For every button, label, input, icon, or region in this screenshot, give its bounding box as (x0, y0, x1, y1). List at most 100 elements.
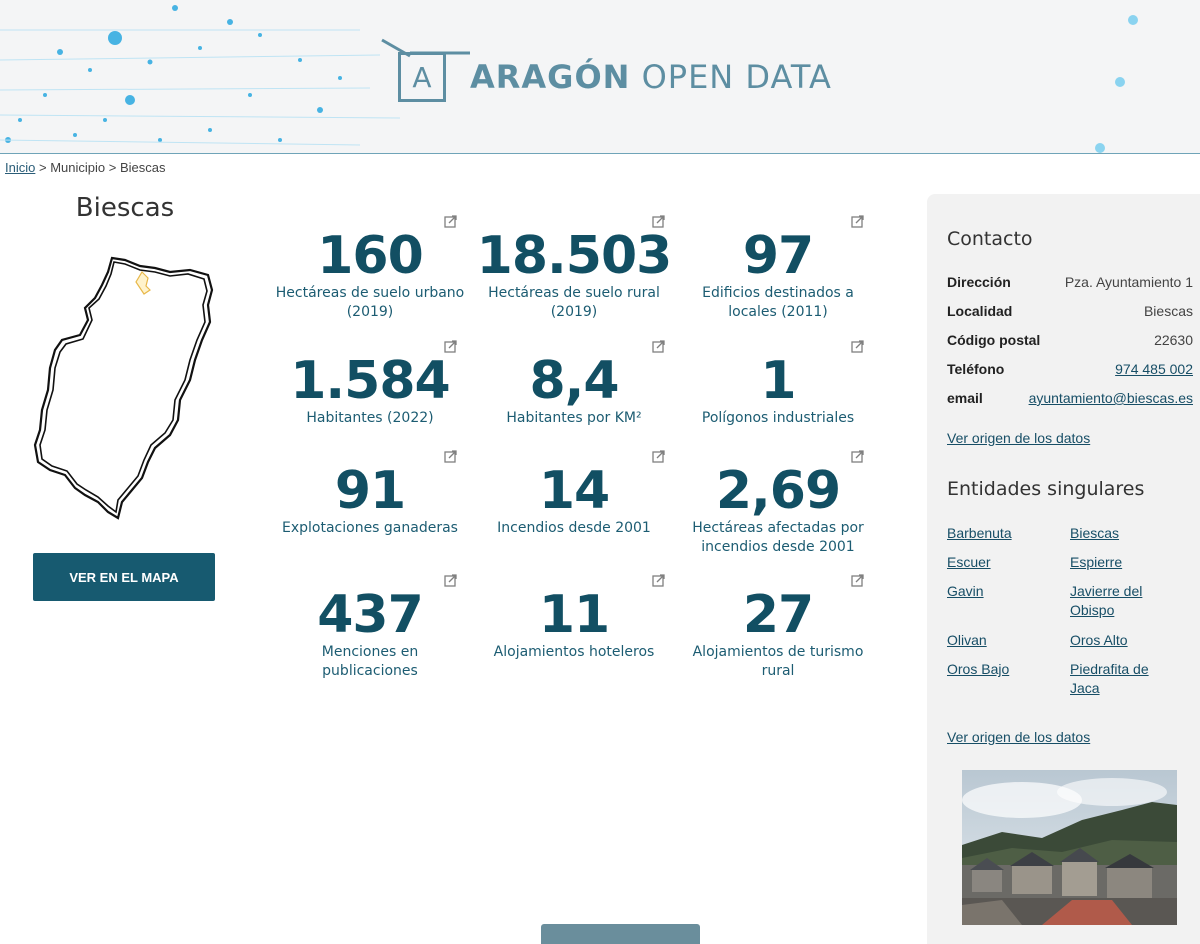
stat-label: Habitantes (2022) (306, 410, 434, 426)
site-header: A ARAGÓN OPEN DATA (0, 0, 1200, 154)
stat-card: 18.503 Hectáreas de suelo rural (2019) (474, 228, 674, 322)
external-link-icon[interactable] (652, 450, 665, 463)
entity-name: Espierre (1070, 554, 1123, 570)
entity-name: Olivan (947, 632, 987, 648)
entity-name: Oros Bajo (947, 661, 1010, 677)
breadcrumb: Inicio > Municipio > Biescas (5, 160, 165, 175)
external-link-icon[interactable] (851, 450, 864, 463)
entity-link[interactable]: Oros Bajo (947, 660, 1057, 679)
contact-row: Código postal 22630 (947, 332, 1193, 352)
town-landscape-image (962, 770, 1177, 925)
stat-label: Hectáreas de suelo urbano (275, 285, 465, 301)
breadcrumb-separator: > (105, 160, 120, 175)
stat-label: Edificios destinados a (702, 285, 854, 301)
stat-value: 91 (334, 461, 406, 521)
external-link-icon[interactable] (851, 574, 864, 587)
stat-card: 1.584 Habitantes (2022) (270, 353, 470, 428)
entity-name: Gavin (947, 583, 984, 599)
stat-card: 1 Polígonos industriales (678, 353, 878, 428)
contact-row: Dirección Pza. Ayuntamiento 1 (947, 274, 1193, 294)
aragon-outline-icon (33, 256, 214, 520)
logo-text-light: OPEN DATA (641, 58, 832, 96)
stat-card: 437 Menciones en publicaciones (270, 587, 470, 681)
external-link-icon[interactable] (444, 450, 457, 463)
entity-name: Obispo (1070, 602, 1115, 618)
breadcrumb-separator: > (35, 160, 51, 175)
stat-value: 14 (538, 461, 610, 521)
stat-label: incendios desde 2001 (701, 539, 855, 555)
external-link-icon[interactable] (444, 215, 457, 228)
external-link-icon[interactable] (652, 574, 665, 587)
external-link-icon[interactable] (444, 340, 457, 353)
contact-row: Localidad Biescas (947, 303, 1193, 323)
entity-name: Barbenuta (947, 525, 1012, 541)
entity-link[interactable]: Olivan (947, 631, 1057, 650)
stat-card: 2,69 Hectáreas afectadas por incendios des… (678, 463, 878, 557)
contact-title: Contacto (947, 228, 1033, 250)
stat-card: 14 Incendios desde 2001 (474, 463, 674, 538)
stat-value: 8,4 (529, 351, 619, 411)
stat-card: 91 Explotaciones ganaderas (270, 463, 470, 538)
entity-name: Oros Alto (1070, 632, 1128, 648)
entity-name: Javierre del (1070, 583, 1143, 599)
entity-name: Escuer (947, 554, 991, 570)
entities-data-origin-link[interactable]: Ver origen de los datos (947, 729, 1090, 745)
phone-link[interactable]: 974 485 002 (1115, 361, 1193, 377)
email-link[interactable]: ayuntamiento@biescas.es (1029, 390, 1193, 406)
stat-card: 27 Alojamientos de turismo rural (678, 587, 878, 681)
entities-title: Entidades singulares (947, 478, 1145, 500)
municipality-name: Biescas (75, 193, 175, 223)
breadcrumb-home-link[interactable]: Inicio (5, 160, 35, 175)
stat-value: 97 (742, 226, 814, 286)
stat-value: 27 (742, 585, 814, 645)
region-outline-map (30, 250, 220, 530)
contact-value: Pza. Ayuntamiento 1 (1064, 274, 1193, 290)
entity-link[interactable]: Javierre del Obispo (1070, 582, 1180, 620)
external-link-icon[interactable] (851, 340, 864, 353)
contact-key: Teléfono (947, 361, 1005, 377)
entity-link[interactable]: Gavin (947, 582, 1057, 601)
contact-key: Código postal (947, 332, 1041, 348)
stat-card: 8,4 Habitantes por KM² (474, 353, 674, 428)
external-link-icon[interactable] (652, 215, 665, 228)
contact-key: email (947, 390, 983, 406)
aragon-open-data-logo[interactable]: A ARAGÓN OPEN DATA (380, 38, 831, 108)
entity-name: Jaca (1070, 680, 1100, 696)
stat-label: Alojamientos hoteleros (493, 644, 655, 660)
entity-link[interactable]: Espierre (1070, 553, 1180, 572)
stat-label: Menciones en (321, 644, 419, 660)
entity-name: Piedrafita de (1070, 661, 1149, 677)
logo-text: ARAGÓN OPEN DATA (470, 58, 832, 96)
bottom-floating-bar[interactable] (541, 924, 700, 944)
logo-letter: A (412, 60, 432, 94)
entity-name: Biescas (1070, 525, 1120, 541)
external-link-icon[interactable] (851, 215, 864, 228)
external-link-icon[interactable] (444, 574, 457, 587)
external-link-icon[interactable] (652, 340, 665, 353)
municipality-photo (962, 770, 1177, 925)
stat-card: 160 Hectáreas de suelo urbano (2019) (270, 228, 470, 322)
stat-label: locales (2011) (728, 304, 828, 320)
entity-link[interactable]: Barbenuta (947, 524, 1057, 543)
entity-link[interactable]: Piedrafita de Jaca (1070, 660, 1180, 698)
stat-label: publicaciones (322, 663, 418, 679)
stat-label: Habitantes por KM² (506, 410, 642, 426)
entity-link[interactable]: Biescas (1070, 524, 1180, 543)
stat-value: 160 (317, 226, 424, 286)
stat-value: 1.584 (290, 351, 450, 411)
stat-card: 11 Alojamientos hoteleros (474, 587, 674, 662)
stat-label: (2019) (346, 304, 394, 320)
stat-value: 18.503 (476, 226, 673, 286)
contact-data-origin-link[interactable]: Ver origen de los datos (947, 430, 1090, 446)
contact-value: Biescas (1143, 303, 1193, 319)
entity-link[interactable]: Oros Alto (1070, 631, 1180, 650)
stat-label: (2019) (550, 304, 598, 320)
stat-label: rural (761, 663, 795, 679)
stat-value: 11 (538, 585, 610, 645)
stat-card: 97 Edificios destinados a locales (2011) (678, 228, 878, 322)
stat-label: Explotaciones ganaderas (282, 520, 458, 536)
contact-key: Dirección (947, 274, 1011, 290)
entity-link[interactable]: Escuer (947, 553, 1057, 572)
contact-key: Localidad (947, 303, 1013, 319)
view-on-map-button[interactable]: VER EN EL MAPA (33, 553, 215, 601)
